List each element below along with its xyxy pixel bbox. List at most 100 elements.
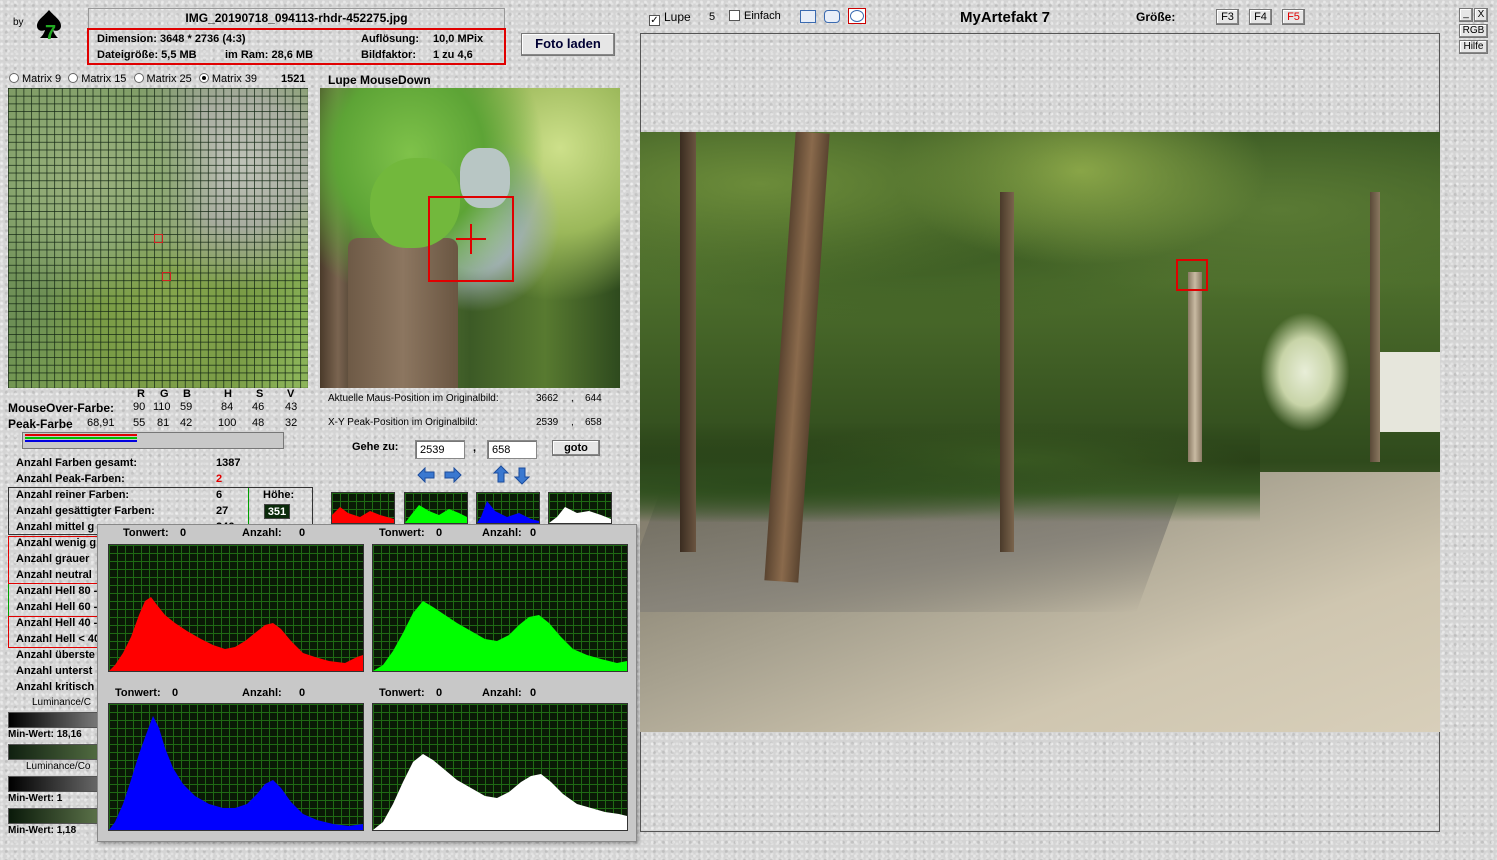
color-bar — [22, 432, 284, 449]
arrow-right-icon[interactable] — [444, 466, 462, 486]
luminance-label-2: Luminance/Co — [26, 761, 91, 772]
goto-x-input[interactable] — [415, 440, 465, 459]
min-wert-1: Min-Wert: 18,16 — [8, 729, 82, 740]
farben-gesamt-value: 1387 — [216, 457, 241, 469]
photo-focus-marker — [1176, 259, 1208, 291]
peak-s: 48 — [252, 417, 265, 429]
hist-blue-tonwert-label: Tonwert: — [115, 687, 161, 699]
lupe-crosshair-v — [470, 224, 472, 254]
foto-laden-button[interactable]: Foto laden — [521, 33, 615, 56]
reiner-farben-label: Anzahl reiner Farben: — [16, 489, 130, 501]
rgb-button[interactable]: RGB — [1459, 24, 1488, 38]
matrix-9-radio[interactable]: Matrix 9 — [9, 73, 61, 85]
shape-ellipse-button[interactable] — [848, 8, 866, 24]
mini-histogram-green[interactable] — [404, 492, 468, 524]
mouseover-v: 43 — [285, 401, 298, 413]
min-wert-3: Min-Wert: 1,18 — [8, 825, 77, 836]
lupe-view[interactable] — [320, 88, 620, 388]
mini-histogram-white[interactable] — [548, 492, 612, 524]
aktuelle-sep: , — [571, 393, 574, 404]
header-h: H — [224, 388, 232, 400]
shape-rounded-button[interactable] — [824, 10, 840, 23]
luminance-bar-3 — [8, 776, 98, 792]
stats-row-kritisch: Anzahl kritisch — [16, 681, 95, 693]
arrow-up-icon[interactable] — [492, 465, 510, 486]
mouseover-label: MouseOver-Farbe: — [8, 401, 115, 415]
matrix-39-radio[interactable]: Matrix 39 — [198, 73, 257, 85]
hist-green-tonwert: 0 — [436, 527, 443, 539]
shape-rect-button[interactable] — [800, 10, 816, 23]
arrow-down-icon[interactable] — [513, 467, 531, 488]
matrix-25-radio[interactable]: Matrix 25 — [133, 73, 192, 85]
tree-trunk-2 — [1000, 192, 1014, 552]
mouseover-h: 84 — [221, 401, 234, 413]
histogram-white[interactable] — [372, 703, 628, 831]
gehe-zu-label: Gehe zu: — [352, 441, 399, 453]
aktuelle-y: 644 — [585, 393, 602, 404]
peak-farben-label: Anzahl Peak-Farben: — [16, 473, 125, 485]
stats-row-hell40: Anzahl Hell 40 - — [16, 617, 98, 629]
file-info-panel: IMG_20190718_094113-rhdr-452275.jpg Dime… — [87, 8, 506, 65]
header-r: R — [137, 388, 145, 400]
aufloesung-value: 10,0 MPix — [433, 33, 484, 45]
hist-red-anzahl: 0 — [299, 527, 306, 539]
tree-trunk-5 — [680, 132, 696, 552]
hist-white-anzahl-label: Anzahl: — [482, 687, 522, 699]
farben-gesamt-label: Anzahl Farben gesamt: — [16, 457, 138, 469]
f4-button[interactable]: F4 — [1249, 9, 1272, 25]
stats-row-ueberst: Anzahl überste — [16, 649, 95, 661]
lupe-checkbox[interactable]: ✓ Lupe — [649, 10, 691, 26]
gesaettigt-farben-value: 27 — [216, 505, 229, 517]
color-bar-blue — [25, 440, 137, 442]
peak-v: 32 — [285, 417, 298, 429]
luminance-bar-2 — [8, 744, 98, 760]
matrix-marker-1 — [154, 234, 163, 243]
f3-button[interactable]: F3 — [1216, 9, 1239, 25]
stats-row-mittel: Anzahl mittel g — [16, 521, 95, 533]
myartefakt-window: { "header":{"by":"by","filename":"IMG_20… — [0, 0, 1497, 860]
close-button[interactable]: X — [1474, 8, 1488, 22]
histogram-blue[interactable] — [108, 703, 364, 831]
tree-trunk-3 — [1188, 272, 1202, 462]
aktuelle-x: 3662 — [536, 393, 559, 404]
mouseover-g: 110 — [153, 401, 171, 413]
peak-farben-value: 2 — [216, 473, 223, 485]
hist-red-tonwert-label: Tonwert: — [123, 527, 169, 539]
building — [1380, 352, 1440, 432]
goto-y-input[interactable] — [487, 440, 537, 459]
einfach-checkbox[interactable]: Einfach — [729, 10, 781, 22]
min-wert-2: Min-Wert: 1 — [8, 793, 63, 804]
matrix-options: Matrix 9 Matrix 15 Matrix 25 Matrix 39 — [9, 73, 257, 85]
matrix-15-radio[interactable]: Matrix 15 — [68, 73, 126, 85]
pixel-matrix[interactable] — [8, 88, 308, 388]
hist-red-tonwert: 0 — [180, 527, 187, 539]
peak-sep: , — [571, 417, 574, 428]
bildfaktor-value: 1 zu 4,6 — [433, 49, 473, 61]
matrix-count: 1521 — [281, 73, 306, 85]
histogram-popup: Tonwert: 0 Anzahl: 0 Tonwert: 0 Anzahl: … — [97, 524, 637, 842]
checkmark-icon: ✓ — [649, 15, 660, 26]
filename: IMG_20190718_094113-rhdr-452275.jpg — [185, 11, 408, 25]
hilfe-button[interactable]: Hilfe — [1459, 40, 1488, 54]
reiner-farben-value: 6 — [216, 489, 223, 501]
main-photo[interactable] — [640, 132, 1440, 732]
histogram-green[interactable] — [372, 544, 628, 672]
stats-row-hell60: Anzahl Hell 60 - — [16, 601, 98, 613]
hoehe-label: Höhe: — [263, 489, 295, 501]
logo-icon: 7 — [32, 8, 66, 44]
tree-trunk-4 — [1370, 192, 1380, 462]
goto-button[interactable]: goto — [552, 440, 600, 456]
peak-y: 658 — [585, 417, 602, 428]
arrow-left-icon[interactable] — [417, 466, 435, 486]
hist-white-tonwert-label: Tonwert: — [379, 687, 425, 699]
f5-button[interactable]: F5 — [1282, 9, 1305, 25]
lupe-value[interactable]: 5 — [709, 11, 715, 23]
mini-histogram-blue[interactable] — [476, 492, 540, 524]
aktuelle-position-label: Aktuelle Maus-Position im Originalbild: — [328, 393, 499, 404]
histogram-red[interactable] — [108, 544, 364, 672]
luminance-label-1: Luminance/C — [32, 697, 91, 708]
mini-histogram-red[interactable] — [331, 492, 395, 524]
minimize-button[interactable]: _ — [1459, 8, 1473, 22]
peak-x: 2539 — [536, 417, 559, 428]
matrix-marker-2 — [162, 272, 171, 281]
